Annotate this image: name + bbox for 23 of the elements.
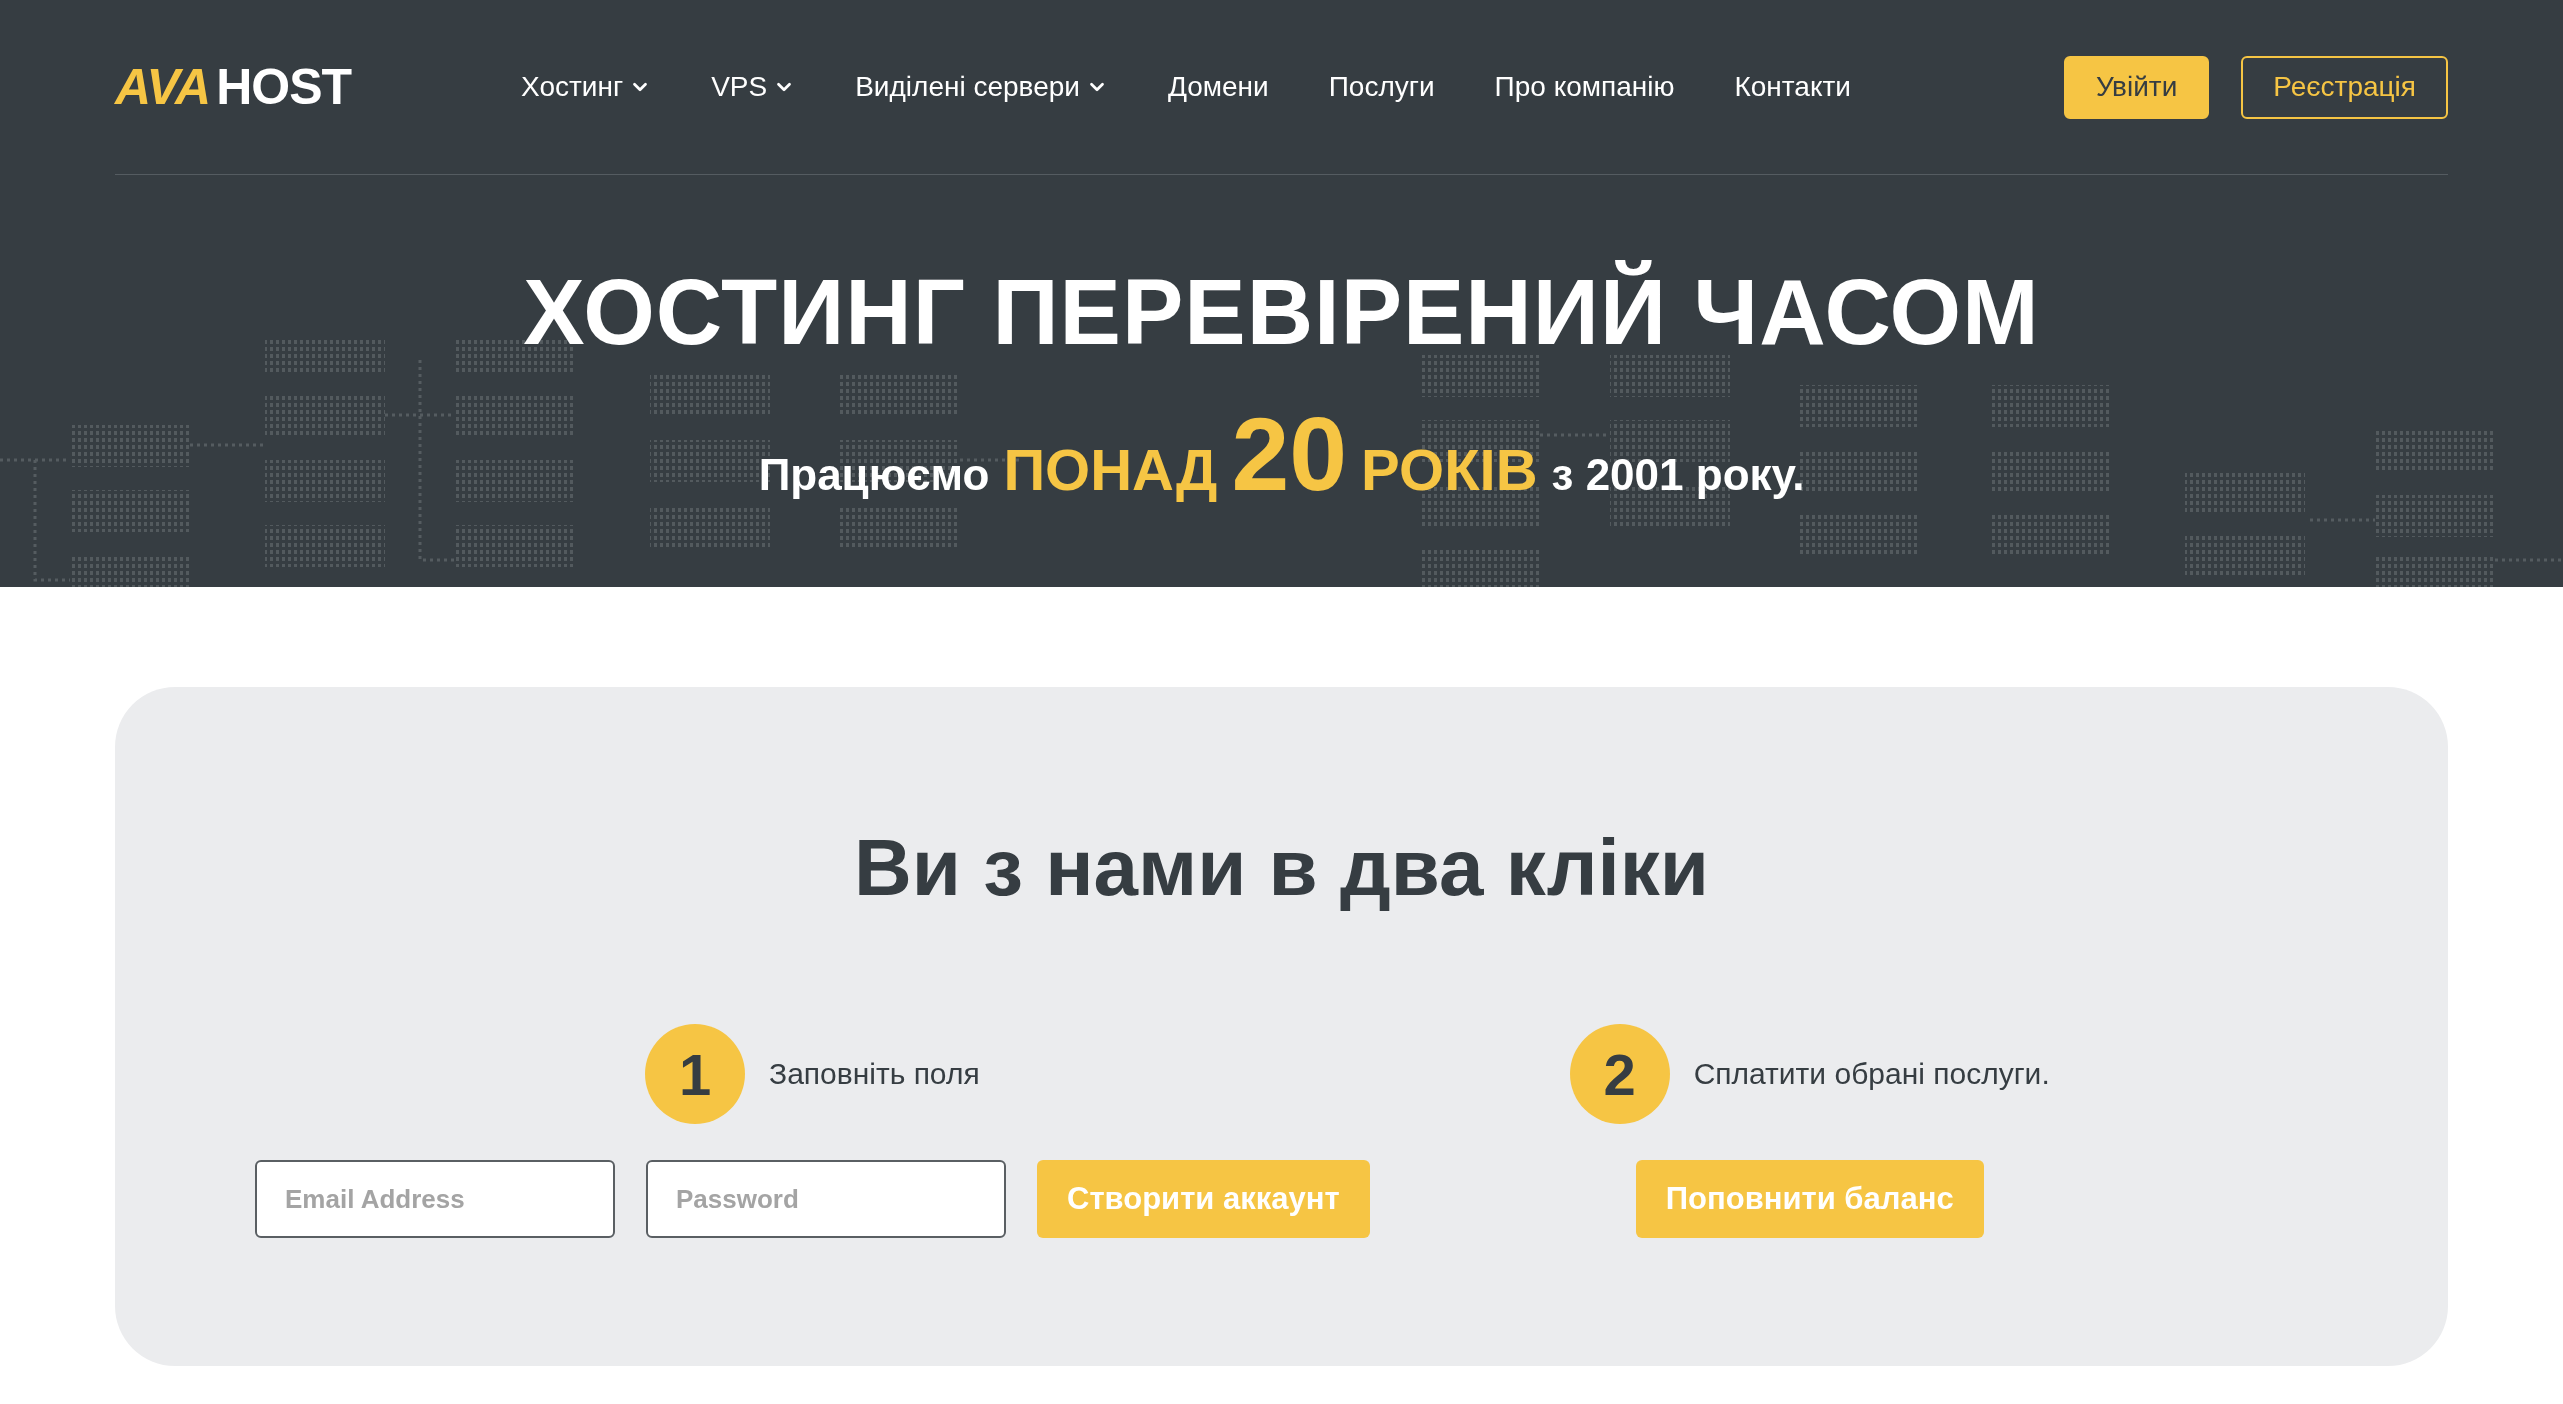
nav-link[interactable]: VPS bbox=[711, 71, 796, 103]
hero-subtitle-text: РОКІВ bbox=[1361, 436, 1538, 503]
nav-link[interactable]: Послуги bbox=[1328, 71, 1435, 103]
input-field[interactable]: Email Address bbox=[255, 1160, 615, 1238]
hero-subtitle-text: ПОНАД bbox=[1003, 436, 1218, 503]
step-number: 1 bbox=[645, 1024, 745, 1124]
nav-link[interactable]: Контакти bbox=[1734, 71, 1851, 103]
nav-link[interactable]: Хостинг bbox=[521, 71, 652, 103]
hero-subtitle-text: 20 bbox=[1231, 395, 1348, 514]
nav-link[interactable]: Про компанію bbox=[1494, 71, 1675, 103]
register-button[interactable]: Реєстрація bbox=[2241, 55, 2448, 119]
input-field[interactable]: Password bbox=[646, 1160, 1006, 1238]
step-label: Сплатити обрані послуги. bbox=[1693, 1057, 2050, 1091]
step-number: 2 bbox=[1569, 1024, 1670, 1124]
hero-subtitle-text: з 2001 року. bbox=[1551, 450, 1805, 500]
nav-link[interactable]: Виділені сервери bbox=[855, 71, 1108, 103]
hero-title: ХОСТИНГ ПЕРЕВІРЕНИЙ ЧАСОМ bbox=[523, 260, 2040, 365]
logo[interactable]: AVA HOST bbox=[115, 58, 352, 116]
hero-subtitle-text: Працюємо bbox=[758, 450, 990, 500]
nav-link[interactable]: Домени bbox=[1167, 71, 1269, 103]
step-label: Заповніть поля bbox=[769, 1057, 980, 1091]
login-button[interactable]: Увійти bbox=[2063, 55, 2210, 119]
signup-title: Ви з нами в два кліки bbox=[854, 822, 1709, 914]
